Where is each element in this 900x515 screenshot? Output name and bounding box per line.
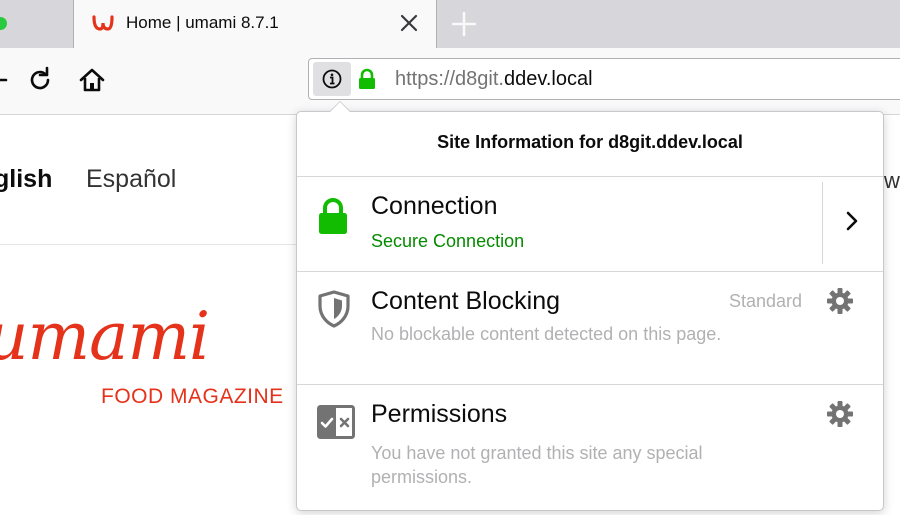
- gear-icon[interactable]: [825, 286, 855, 316]
- home-icon[interactable]: [78, 66, 106, 94]
- close-icon[interactable]: [398, 12, 420, 34]
- permissions-heading: Permissions: [371, 400, 508, 428]
- connection-heading: Connection: [371, 192, 498, 220]
- url-prefix: https://d8git.: [395, 68, 504, 90]
- page-text-fragment: wo: [884, 168, 900, 193]
- connection-status: Secure Connection: [371, 231, 525, 251]
- language-link-english[interactable]: glish: [0, 165, 52, 194]
- lock-icon: [359, 68, 375, 89]
- permissions-section[interactable]: Permissions You have not granted this si…: [297, 385, 883, 515]
- gear-icon[interactable]: [825, 399, 855, 429]
- content-blocking-section[interactable]: Content Blocking Standard No blockable c…: [297, 272, 883, 385]
- tab-home[interactable]: Home | umami 8.7.1: [74, 0, 436, 48]
- connection-section[interactable]: Connection Secure Connection: [297, 177, 883, 272]
- popup-arrow-fill: [330, 102, 350, 112]
- tab-title: Home | umami 8.7.1: [126, 13, 279, 32]
- language-link-espanol[interactable]: Español: [86, 165, 176, 194]
- permissions-status-line1: You have not granted this site any speci…: [371, 443, 703, 463]
- site-logo[interactable]: umami: [0, 298, 210, 375]
- back-arrow-icon[interactable]: [0, 67, 8, 93]
- connection-divider: [822, 182, 823, 264]
- language-bar-divider: [0, 244, 300, 245]
- url-domain: ddev.local: [503, 68, 593, 90]
- shield-icon: [318, 290, 350, 328]
- permissions-status-line2: permissions.: [371, 467, 473, 487]
- url-bar[interactable]: https://d8git.ddev.local: [308, 58, 900, 100]
- content-blocking-mode: Standard: [729, 291, 803, 311]
- content-blocking-status: No blockable content detected on this pa…: [371, 324, 722, 344]
- tab-separator: [436, 0, 437, 48]
- window-zoom-button[interactable]: [0, 17, 7, 30]
- reload-icon[interactable]: [26, 66, 54, 94]
- identity-box[interactable]: [309, 59, 385, 99]
- panel-title: Site Information for d8git.ddev.local: [437, 132, 743, 152]
- umami-favicon-icon: [92, 15, 114, 31]
- lock-icon: [319, 198, 347, 234]
- plus-icon[interactable]: [450, 10, 478, 38]
- content-blocking-heading: Content Blocking: [371, 287, 561, 315]
- panel-header: Site Information for d8git.ddev.local: [297, 112, 883, 177]
- site-info-button[interactable]: [313, 62, 351, 96]
- tab-strip: Home | umami 8.7.1: [0, 0, 900, 48]
- info-icon: [322, 69, 342, 89]
- chevron-right-icon[interactable]: [845, 209, 859, 233]
- permissions-icon: [317, 405, 355, 439]
- url-text[interactable]: https://d8git.ddev.local: [395, 68, 593, 91]
- window-controls-area: [0, 0, 74, 48]
- navigation-toolbar: https://d8git.ddev.local: [0, 48, 900, 115]
- site-tagline: FOOD MAGAZINE: [101, 385, 284, 408]
- site-information-panel: Site Information for d8git.ddev.local Co…: [296, 111, 884, 511]
